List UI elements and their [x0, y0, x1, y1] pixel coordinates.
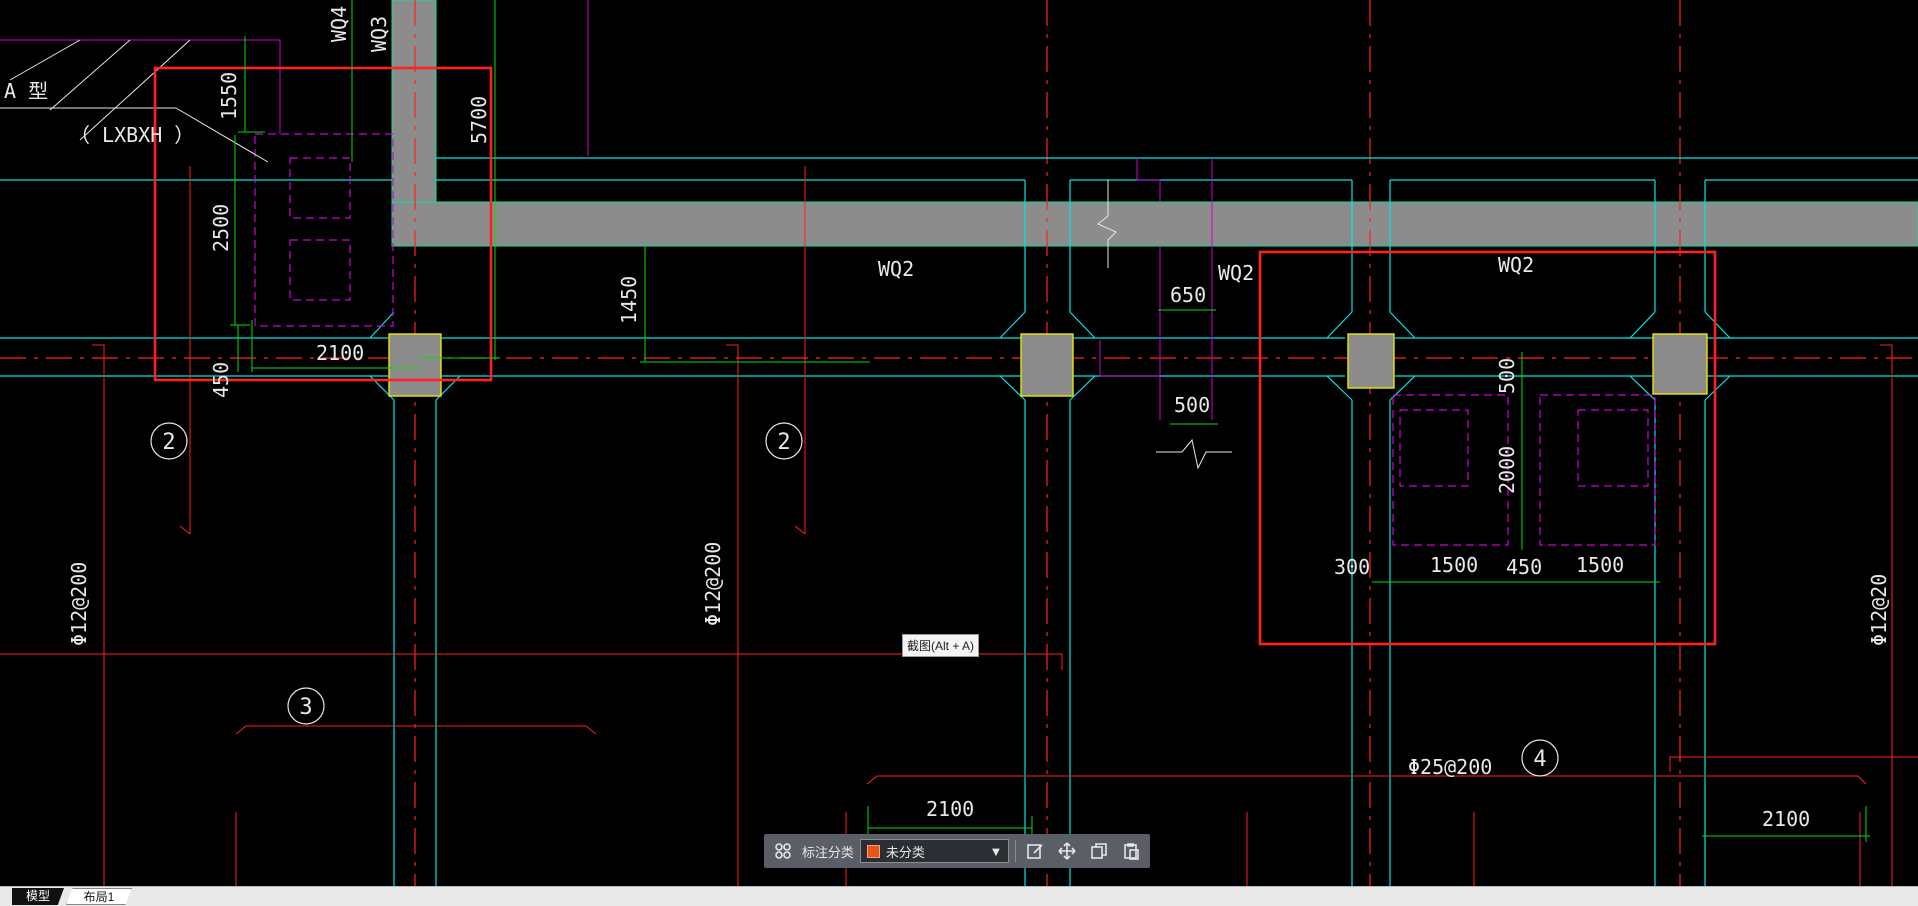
dim-450-h: 450	[1506, 555, 1542, 579]
label-rebar-right: Φ12@20	[1867, 574, 1891, 646]
label-rebar-left: Φ12@200	[67, 562, 91, 646]
wall-beams	[391, 0, 1918, 247]
dim-1500-a: 1500	[1430, 553, 1478, 577]
section-mark-3-label: 3	[299, 695, 312, 720]
section-mark-2a-label: 2	[162, 430, 175, 455]
dim-300: 300	[1334, 555, 1370, 579]
dim-2000: 2000	[1495, 446, 1519, 494]
label-wq2-a: WQ2	[878, 257, 914, 281]
red-annotations	[0, 166, 1918, 886]
dim-450-v: 450	[209, 362, 233, 398]
category-label: 标注分类	[801, 844, 854, 860]
annotation-toolbar: 标注分类 未分类 ▼	[764, 834, 1150, 868]
section-mark-2b-label: 2	[777, 430, 790, 455]
label-wq2-c: WQ2	[1498, 253, 1534, 277]
foundation-outlines	[0, 157, 1918, 886]
section-marks	[150, 422, 1559, 777]
dim-1450: 1450	[617, 276, 641, 324]
category-dropdown[interactable]: 未分类 ▼	[859, 839, 1010, 863]
axis-centerlines	[0, 0, 1918, 886]
label-rebar-mid: Φ12@200	[701, 542, 725, 626]
dim-500-a: 500	[1174, 393, 1210, 417]
toolbar-divider	[1015, 840, 1017, 862]
copy-icon[interactable]	[1086, 838, 1112, 864]
label-lxbxh: （ LXBXH ）	[70, 123, 194, 147]
edit-icon[interactable]	[1022, 838, 1048, 864]
pile-caps	[254, 133, 1656, 546]
tab-model[interactable]: 模型	[12, 888, 64, 905]
dim-650: 650	[1170, 283, 1206, 307]
category-value: 未分类	[885, 844, 925, 860]
label-wq3: WQ3	[367, 16, 391, 52]
dim-2100-top: 2100	[316, 341, 364, 365]
tab-layout1[interactable]: 布局1	[66, 888, 132, 905]
label-rebar-bottom: Φ25@200	[1408, 755, 1492, 779]
dim-1550: 1550	[217, 72, 241, 120]
dim-2100-bl: 2100	[926, 797, 974, 821]
dim-2100-br: 2100	[1762, 807, 1810, 831]
label-wq4: WQ4	[327, 6, 351, 42]
chevron-down-icon: ▼	[989, 843, 1003, 859]
layout-tab-bar: 模型 布局1	[0, 886, 1918, 906]
grid-icon[interactable]	[770, 838, 796, 864]
paste-icon[interactable]	[1118, 838, 1144, 864]
move-icon[interactable]	[1054, 838, 1080, 864]
dim-5700: 5700	[467, 96, 491, 144]
dim-1500-b: 1500	[1576, 553, 1624, 577]
dim-500-b: 500	[1495, 358, 1519, 394]
category-color-swatch	[866, 844, 880, 858]
screenshot-tooltip: 截图(Alt + A)	[902, 634, 980, 657]
section-mark-4-label: 4	[1533, 747, 1546, 772]
label-wq2-b: WQ2	[1218, 261, 1254, 285]
cad-drawing-canvas[interactable]: 2 2 3 4 WQ4 WQ3 A 型 （ LXBXH ） WQ2 WQ2 WQ…	[0, 0, 1918, 886]
dim-2500: 2500	[209, 204, 233, 252]
label-type-a: A 型	[4, 79, 48, 103]
